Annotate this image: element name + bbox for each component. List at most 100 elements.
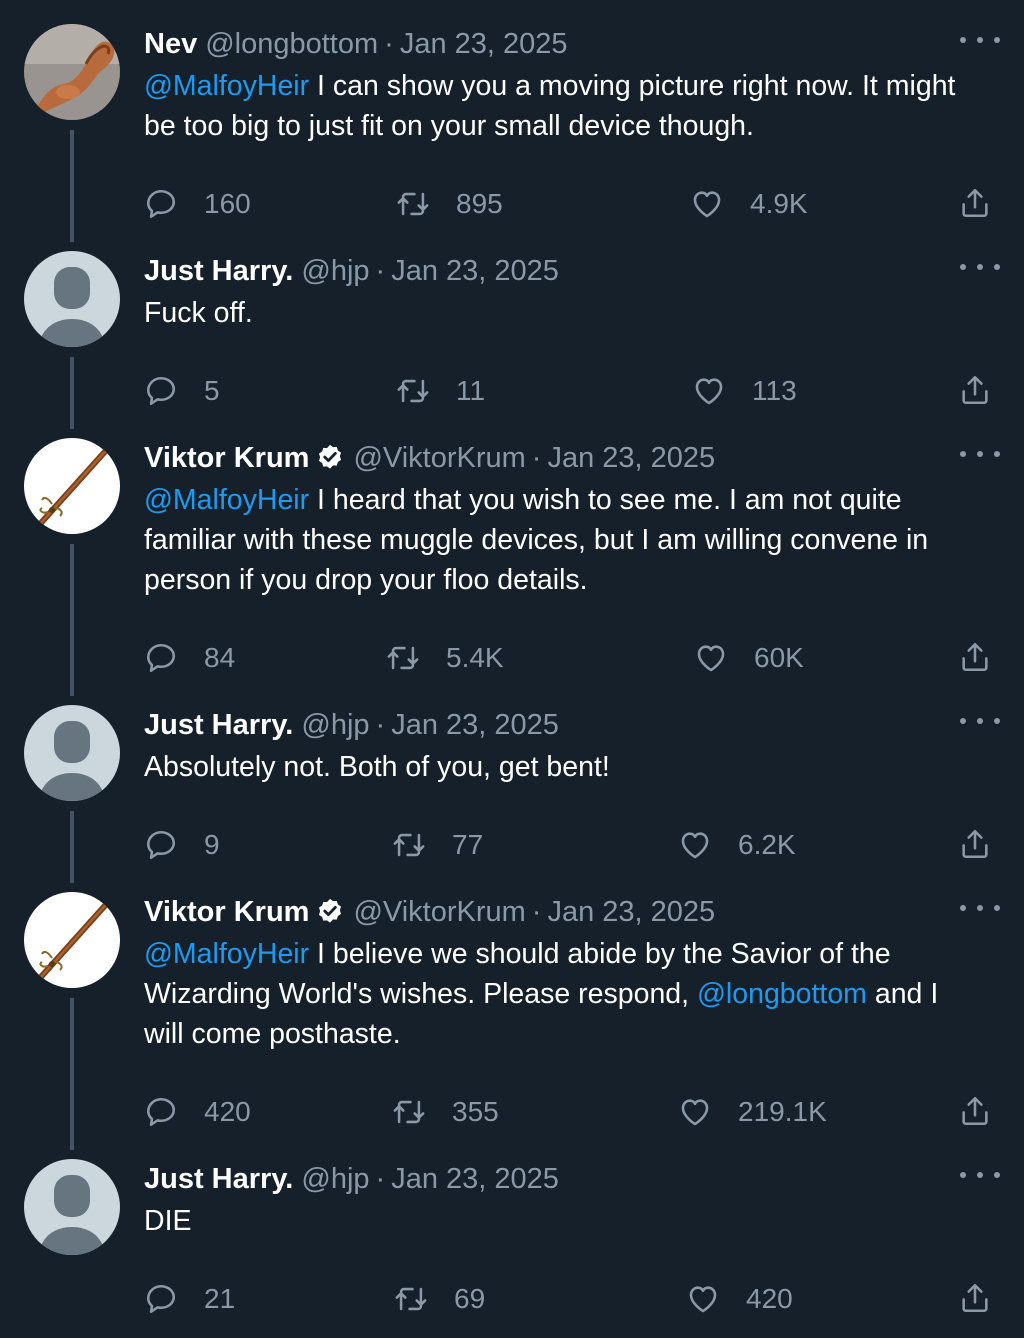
separator-dot: · [375, 1162, 386, 1195]
avatar[interactable] [24, 1159, 120, 1255]
tweet-actions: 5 11 113 [0, 371, 1024, 411]
like-count: 113 [752, 375, 797, 406]
tweet-text: Fuck off. [144, 293, 1004, 333]
like-button[interactable]: 6.2K [678, 825, 796, 865]
tweet-date[interactable]: Jan 23, 2025 [391, 255, 559, 288]
separator-dot: · [375, 254, 386, 287]
mention-link[interactable]: @longbottom [697, 978, 867, 1010]
tweet-text-line: Wizarding World's wishes. Please respond… [144, 978, 697, 1010]
retweet-icon [395, 1287, 427, 1311]
author-handle[interactable]: @hjp [301, 255, 369, 288]
like-button[interactable]: 60K [694, 638, 804, 678]
avatar[interactable] [24, 892, 120, 988]
tweet-date[interactable]: Jan 23, 2025 [547, 896, 715, 929]
tweet-date[interactable]: Jan 23, 2025 [391, 709, 559, 742]
author-name[interactable]: Just Harry. [144, 1163, 293, 1196]
author-name[interactable]: Viktor Krum [144, 442, 309, 475]
more-options-icon[interactable] [960, 28, 1000, 52]
like-button[interactable]: 219.1K [678, 1092, 827, 1132]
tweet-header: Just Harry. @hjp · Jan 23, 2025 [144, 251, 559, 291]
reply-icon [146, 189, 176, 219]
separator-dot: · [384, 27, 394, 60]
avatar[interactable] [24, 24, 120, 120]
reply-button[interactable]: 9 [144, 825, 220, 865]
mention-link[interactable]: @MalfoyHeir [144, 70, 309, 102]
reply-count: 5 [204, 375, 220, 406]
author-name[interactable]: Just Harry. [144, 255, 293, 288]
more-options-icon[interactable] [960, 896, 1000, 920]
retweet-icon [393, 1100, 425, 1124]
tweet-text-line: and I [866, 978, 939, 1010]
more-options-icon[interactable] [960, 709, 1000, 733]
mention-link[interactable]: @MalfoyHeir [144, 484, 309, 516]
share-icon[interactable] [958, 373, 992, 407]
author-handle[interactable]: @ViktorKrum [353, 896, 525, 929]
reply-button[interactable]: 160 [144, 184, 251, 224]
tweet-text-line: will come posthaste. [144, 1018, 401, 1050]
reply-button[interactable]: 420 [144, 1092, 251, 1132]
retweet-button[interactable]: 11 [396, 371, 485, 411]
retweet-count: 77 [452, 829, 484, 860]
tweet-date[interactable]: Jan 23, 2025 [400, 28, 568, 61]
heart-icon [695, 378, 723, 405]
tweet-text-line: I can show you a moving picture right no… [309, 70, 956, 102]
tweet-date[interactable]: Jan 23, 2025 [547, 442, 715, 475]
like-count: 4.9K [750, 188, 808, 219]
author-name[interactable]: Just Harry. [144, 709, 293, 742]
like-count: 60K [754, 642, 804, 673]
retweet-count: 895 [456, 188, 503, 219]
reply-button[interactable]: 84 [144, 638, 235, 678]
retweet-button[interactable]: 5.4K [386, 638, 504, 678]
retweet-icon [397, 192, 429, 216]
tweet-header: Nev @longbottom · Jan 23, 2025 [144, 24, 568, 64]
tweet-header: Viktor Krum @ViktorKrum · Jan 23, 2025 [144, 438, 715, 478]
mention-link[interactable]: @MalfoyHeir [144, 938, 309, 970]
reply-icon [146, 376, 176, 406]
retweet-button[interactable]: 69 [394, 1279, 485, 1319]
share-icon[interactable] [958, 186, 992, 220]
retweet-button[interactable]: 895 [396, 184, 503, 224]
share-icon[interactable] [958, 1094, 992, 1128]
retweet-count: 355 [452, 1096, 499, 1127]
author-handle[interactable]: @hjp [301, 1163, 369, 1196]
avatar[interactable] [24, 438, 120, 534]
retweet-button[interactable]: 355 [392, 1092, 499, 1132]
author-name[interactable]: Nev [144, 28, 197, 61]
tweet-date[interactable]: Jan 23, 2025 [391, 1163, 559, 1196]
share-icon[interactable] [958, 827, 992, 861]
heart-icon [681, 1099, 709, 1126]
like-button[interactable]: 420 [686, 1279, 793, 1319]
separator-dot: · [531, 895, 542, 928]
tweet-actions: 160 895 4.9K [0, 184, 1024, 224]
verified-badge-icon [319, 898, 342, 923]
retweet-count: 11 [456, 375, 486, 406]
author-handle[interactable]: @longbottom [205, 28, 378, 61]
author-handle[interactable]: @ViktorKrum [353, 442, 525, 475]
share-icon[interactable] [958, 640, 992, 674]
like-count: 6.2K [738, 829, 796, 860]
more-options-icon[interactable] [960, 442, 1000, 466]
avatar[interactable] [24, 705, 120, 801]
more-options-icon[interactable] [960, 255, 1000, 279]
like-count: 420 [746, 1283, 793, 1314]
tweet-text-line: I heard that you wish to see me. I am no… [309, 484, 902, 516]
reply-icon [146, 830, 176, 860]
like-button[interactable]: 4.9K [690, 184, 808, 224]
tweet-header: Just Harry. @hjp · Jan 23, 2025 [144, 1159, 559, 1199]
retweet-button[interactable]: 77 [392, 825, 483, 865]
reply-button[interactable]: 5 [144, 371, 220, 411]
reply-icon [146, 1097, 176, 1127]
heart-icon [681, 832, 709, 859]
tweet-text-line: Absolutely not. Both of you, get bent! [144, 751, 610, 783]
reply-button[interactable]: 21 [144, 1279, 235, 1319]
reply-count: 84 [204, 642, 236, 673]
share-icon[interactable] [958, 1281, 992, 1315]
author-name[interactable]: Viktor Krum [144, 896, 309, 929]
tweet-text-line: be too big to just fit on your small dev… [144, 110, 754, 142]
avatar[interactable] [24, 251, 120, 347]
more-options-icon[interactable] [960, 1163, 1000, 1187]
author-handle[interactable]: @hjp [301, 709, 369, 742]
retweet-icon [397, 379, 429, 403]
reply-icon [146, 643, 176, 673]
like-button[interactable]: 113 [692, 371, 797, 411]
